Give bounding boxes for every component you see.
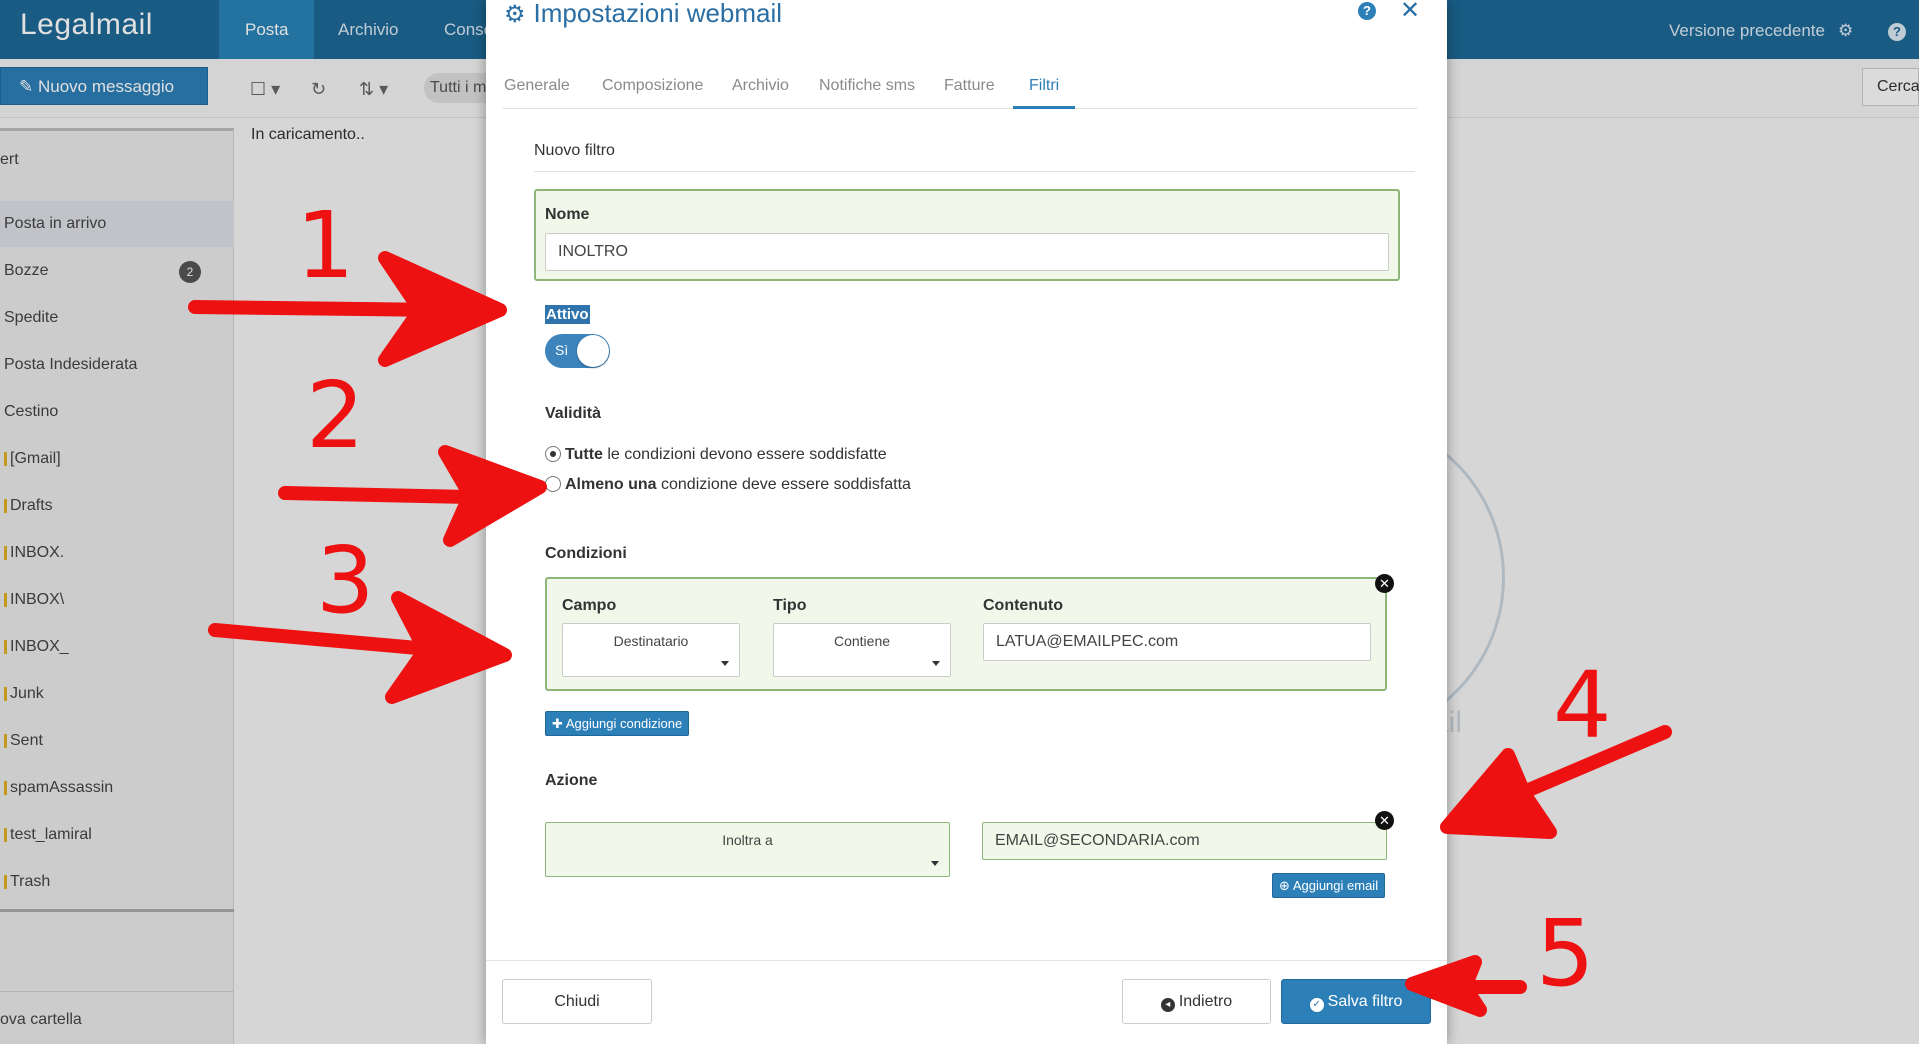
plus-icon: ✚ (552, 716, 563, 731)
tab-fatture[interactable]: Fatture (944, 64, 995, 109)
modal-footer-divider (486, 960, 1447, 961)
condition-row: Campo Tipo Contenuto Destinatario Contie… (545, 577, 1387, 691)
chevron-down-icon (931, 861, 939, 866)
close-button[interactable]: Chiudi (502, 979, 652, 1024)
check-circle-icon: ✓ (1309, 998, 1324, 1012)
radio-button-checked[interactable] (545, 446, 561, 462)
add-condition-label: Aggiungi condizione (565, 716, 683, 731)
arrow-left-icon: ◂ (1160, 998, 1175, 1012)
tab-notifiche-sms[interactable]: Notifiche sms (819, 64, 915, 109)
back-label: Indietro (1178, 993, 1233, 1010)
section-title: Nuovo filtro (534, 142, 1415, 172)
modal-title-text: Impostazioni webmail (533, 0, 783, 28)
option-bold-text: Tutte (565, 446, 603, 463)
gear-icon: ⚙ (504, 1, 526, 28)
field-select-value: Destinatario (613, 633, 689, 649)
add-condition-button[interactable]: ✚ Aggiungi condizione (545, 711, 690, 736)
add-email-label: Aggiungi email (1292, 878, 1379, 893)
name-field-group: Nome INOLTRO (534, 189, 1400, 281)
webmail-settings-modal: ⚙ Impostazioni webmail ? ✕ Generale Compo… (486, 0, 1447, 1044)
settings-tabs: Generale Composizione Archivio Notifiche… (503, 64, 1417, 109)
conditions-label: Condizioni (545, 545, 627, 562)
add-email-button[interactable]: ⊕ Aggiungi email (1272, 873, 1386, 898)
validity-option-any[interactable]: Almeno una condizione deve essere soddis… (545, 476, 911, 494)
save-filter-button[interactable]: ✓ Salva filtro (1281, 979, 1431, 1024)
option-text: le condizioni devono essere soddisfatte (602, 446, 887, 463)
tab-filtri[interactable]: Filtri (1013, 64, 1076, 109)
content-input[interactable]: LATUA@EMAILPEC.com (983, 623, 1371, 661)
forward-email-input[interactable]: EMAIL@SECONDARIA.com (982, 822, 1387, 860)
radio-button[interactable] (545, 476, 561, 492)
tab-archivio[interactable]: Archivio (732, 64, 789, 109)
field-select[interactable]: Destinatario (562, 623, 740, 677)
remove-condition-icon[interactable]: ✕ (1375, 574, 1394, 593)
modal-title: ⚙ Impostazioni webmail (504, 0, 782, 29)
save-label: Salva filtro (1327, 993, 1403, 1010)
filter-name-input[interactable]: INOLTRO (545, 233, 1389, 271)
help-icon[interactable]: ? (1358, 2, 1376, 20)
active-label: Attivo (545, 305, 590, 324)
name-label: Nome (545, 206, 590, 223)
option-text: condizione deve essere soddisfatta (656, 476, 911, 493)
validity-option-all[interactable]: Tutte le condizioni devono essere soddis… (545, 446, 887, 464)
tab-generale[interactable]: Generale (504, 64, 570, 109)
field-column-label: Campo (562, 597, 617, 614)
type-column-label: Tipo (773, 597, 807, 614)
option-bold-text: Almeno una (565, 476, 657, 493)
action-label: Azione (545, 772, 598, 789)
validity-label: Validità (545, 405, 602, 422)
close-icon[interactable]: ✕ (1400, 0, 1420, 25)
content-column-label: Contenuto (983, 597, 1063, 614)
remove-email-icon[interactable]: ✕ (1375, 811, 1394, 830)
active-toggle[interactable]: Sì (545, 334, 610, 368)
plus-circle-icon: ⊕ (1279, 878, 1290, 893)
back-button[interactable]: ◂ Indietro (1122, 979, 1271, 1024)
type-select-value: Contiene (833, 633, 891, 649)
toggle-knob (577, 335, 609, 367)
chevron-down-icon (721, 661, 729, 666)
action-select-value: Inoltra a (722, 832, 773, 848)
action-select[interactable]: Inoltra a (545, 822, 950, 877)
chevron-down-icon (932, 661, 940, 666)
tab-composizione[interactable]: Composizione (602, 64, 703, 109)
type-select[interactable]: Contiene (773, 623, 951, 677)
toggle-text: Sì (555, 342, 569, 358)
